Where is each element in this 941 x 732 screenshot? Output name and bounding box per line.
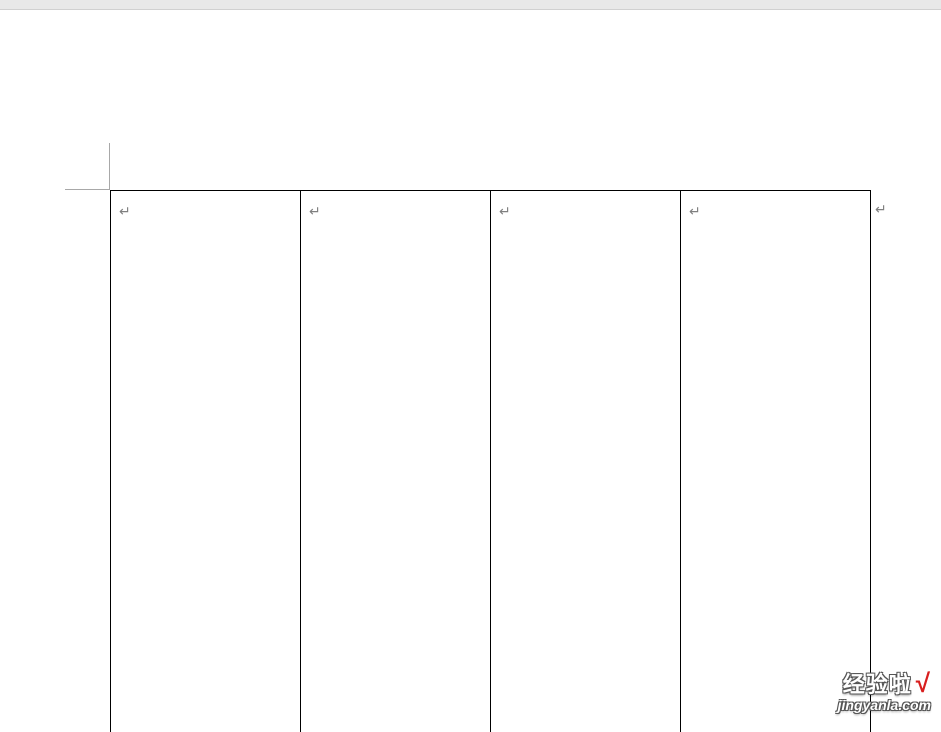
watermark-text-top: 经验啦√ <box>838 670 931 696</box>
table-cell-2[interactable]: ↵ <box>301 191 491 732</box>
document-table[interactable]: ↵ ↵ ↵ ↵ <box>110 190 871 732</box>
table-row[interactable]: ↵ ↵ ↵ ↵ <box>111 191 871 732</box>
page-margin-corner-marker <box>65 143 110 190</box>
document-page[interactable]: ↵ ↵ ↵ ↵ ↵ 经验啦√ jingyanla.com <box>0 10 941 721</box>
watermark-logo: 经验啦√ jingyanla.com <box>838 670 931 713</box>
table-cell-4[interactable]: ↵ <box>681 191 871 732</box>
table-cell-1[interactable]: ↵ <box>111 191 301 732</box>
paragraph-mark-icon: ↵ <box>499 204 511 218</box>
paragraph-mark-icon: ↵ <box>875 202 887 216</box>
watermark-brand: 经验啦 <box>843 672 912 697</box>
checkmark-icon: √ <box>916 668 931 698</box>
paragraph-mark-icon: ↵ <box>689 204 701 218</box>
table-cell-3[interactable]: ↵ <box>491 191 681 732</box>
watermark-url: jingyanla.com <box>838 698 931 713</box>
toolbar-strip <box>0 0 941 10</box>
paragraph-mark-icon: ↵ <box>309 204 321 218</box>
paragraph-mark-icon: ↵ <box>119 204 131 218</box>
